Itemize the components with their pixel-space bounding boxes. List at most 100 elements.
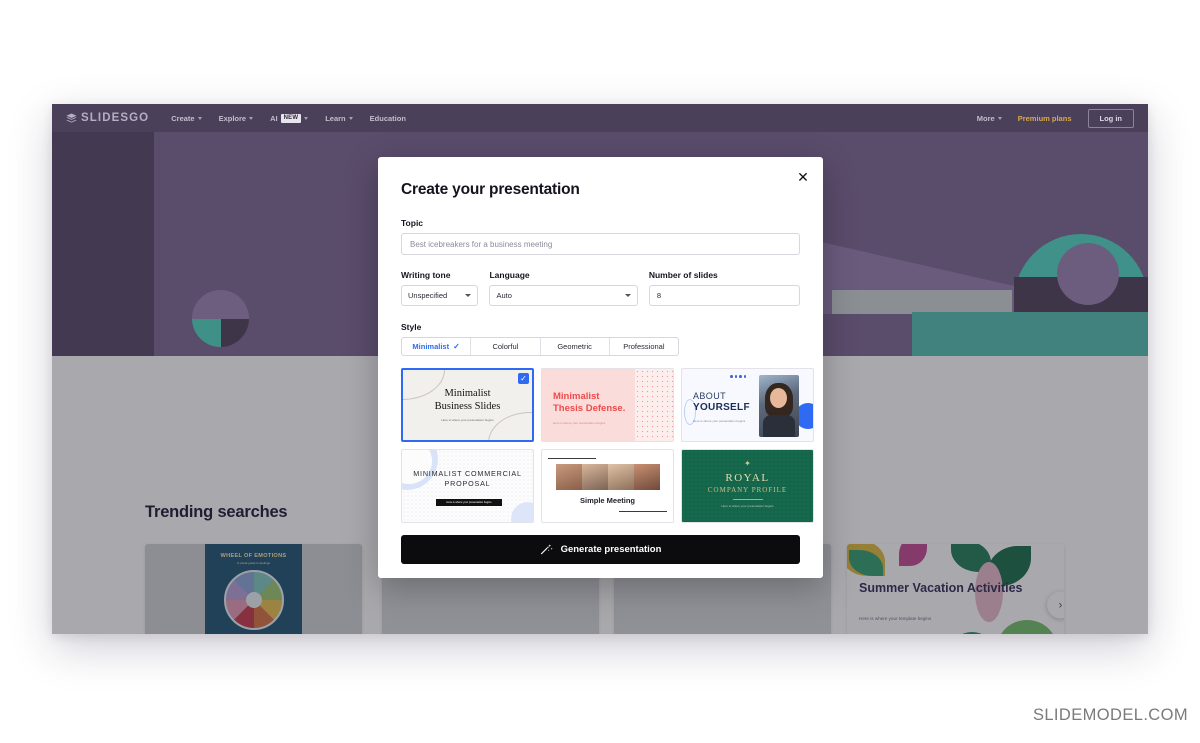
close-icon[interactable]: ✕ (794, 168, 812, 186)
template-simple-meeting[interactable]: Simple Meeting (541, 449, 674, 523)
template-subtitle-bar: Here is where your presentation begins (436, 499, 502, 506)
template-title: MINIMALIST COMMERCIAL PROPOSAL (402, 469, 533, 490)
hero-shape-quad-circle (192, 290, 249, 347)
number-of-slides-label: Number of slides (648, 270, 718, 280)
person-body (763, 415, 795, 437)
primary-nav-links: Create Explore AI NEW Learn Education (171, 113, 406, 123)
hero-shape-teal-band (912, 312, 1148, 356)
template-royal-company-profile[interactable]: ✦ ROYAL COMPANY PROFILE Here is where yo… (681, 449, 814, 523)
chevron-down-icon (465, 294, 472, 297)
chevron-down-icon (304, 116, 309, 120)
template-minimalist-business-slides[interactable]: Minimalist Business Slides Here is where… (401, 368, 534, 442)
template-selected-checkbox[interactable]: ✓ (518, 373, 529, 384)
writing-tone-value: Unspecified (408, 291, 448, 300)
nav-item-ai-label: AI (270, 113, 278, 123)
rule-line (548, 458, 596, 460)
topic-placeholder: Best icebreakers for a business meeting (410, 239, 553, 249)
slidesgo-logo[interactable]: SLIDESGO (66, 112, 149, 124)
template-title-line2: Business Slides (434, 400, 501, 412)
template-title-line2: YOURSELF (693, 402, 750, 413)
person-face (770, 388, 787, 408)
create-presentation-modal: ✕ Create your presentation Topic Best ic… (378, 157, 823, 578)
style-tab-professional[interactable]: Professional (610, 338, 678, 355)
dot-pattern (635, 369, 673, 441)
new-badge: NEW (280, 113, 302, 123)
nav-item-education[interactable]: Education (370, 114, 406, 123)
nav-right-group: More Premium plans Log in (977, 108, 1134, 128)
nav-item-create[interactable]: Create (171, 113, 202, 123)
style-tab-minimalist[interactable]: Minimalist ✓ (402, 338, 472, 355)
chevron-down-icon (997, 116, 1002, 120)
template-subtitle: Here is where your presentation begins (693, 419, 746, 423)
template-grid: Minimalist Business Slides Here is where… (401, 368, 814, 523)
template-subtitle: Here is where your presentation begins (446, 501, 492, 504)
generate-presentation-label: Generate presentation (560, 544, 662, 555)
nav-item-explore-label: Explore (218, 113, 247, 123)
number-of-slides-input[interactable]: 8 (648, 285, 800, 306)
nav-item-create-label: Create (171, 113, 195, 123)
style-tab-minimalist-label: Minimalist (412, 342, 450, 351)
number-of-slides-field: Number of slides 8 (648, 270, 800, 306)
nav-item-more[interactable]: More (977, 114, 1002, 123)
template-photo (556, 464, 660, 490)
nav-item-more-label: More (976, 113, 995, 123)
style-tab-colorful[interactable]: Colorful (471, 338, 541, 355)
circle-corner-decoration (511, 502, 533, 522)
hero-shape-gray-band (832, 290, 1012, 314)
template-about-yourself[interactable]: ABOUT YOURSELF Here is where your presen… (681, 368, 814, 442)
modal-title: Create your presentation (401, 181, 580, 198)
language-value: Auto (496, 291, 512, 300)
template-title-line1: Minimalist (444, 388, 491, 400)
generate-presentation-button[interactable]: Generate presentation (401, 535, 800, 564)
rule-line (732, 499, 763, 500)
template-subtitle: Here is where your presentation begins (553, 421, 606, 425)
topic-label: Topic (401, 218, 424, 228)
writing-tone-select[interactable]: Unspecified (401, 285, 479, 306)
template-photo (759, 375, 799, 437)
template-title-line1: ROYAL (725, 472, 770, 484)
watermark: SLIDEMODEL.COM (1032, 706, 1188, 724)
login-button[interactable]: Log in (1087, 108, 1134, 128)
dot-row (730, 375, 746, 378)
nav-item-explore[interactable]: Explore (219, 114, 254, 123)
template-title-line2: Thesis Defense. (553, 402, 626, 414)
style-tab-geometric-label: Geometric (557, 342, 592, 351)
template-subtitle: Here is where your presentation begins (721, 504, 774, 508)
premium-plans-link[interactable]: Premium plans (1018, 114, 1072, 123)
nav-item-education-label: Education (369, 113, 406, 123)
nav-item-learn-label: Learn (325, 113, 346, 123)
chevron-down-icon (348, 116, 353, 120)
style-tab-geometric[interactable]: Geometric (541, 338, 610, 355)
template-title-line1: MINIMALIST COMMERCIAL (413, 469, 522, 478)
style-label: Style (401, 322, 422, 332)
topic-input[interactable]: Best icebreakers for a business meeting (401, 233, 800, 255)
chevron-down-icon (197, 116, 202, 120)
sparkle-icon: ✦ (744, 459, 751, 468)
hero-shape-arch-circle (1057, 243, 1119, 305)
style-tab-colorful-label: Colorful (492, 342, 519, 351)
rule-line (619, 510, 667, 512)
language-select[interactable]: Auto (489, 285, 638, 306)
writing-tone-field: Writing tone Unspecified (401, 270, 479, 306)
slidesgo-app-window: SLIDESGO Create Explore AI NEW Learn Edu… (52, 104, 1148, 634)
check-icon: ✓ (453, 342, 460, 351)
writing-tone-label: Writing tone (401, 270, 451, 280)
settings-row: Writing tone Unspecified Language Auto N… (401, 270, 800, 306)
template-title-line1: Simple Meeting (579, 496, 635, 505)
template-minimalist-commercial-proposal[interactable]: MINIMALIST COMMERCIAL PROPOSAL Here is w… (401, 449, 534, 523)
style-tab-professional-label: Professional (623, 342, 665, 351)
nav-item-learn[interactable]: Learn (325, 113, 353, 123)
language-field: Language Auto (489, 270, 638, 306)
chevron-down-icon (249, 116, 254, 120)
template-title-line2: COMPANY PROFILE (707, 486, 788, 494)
chevron-down-icon (624, 294, 631, 297)
magic-wand-icon (540, 544, 553, 555)
template-title-line2: PROPOSAL (444, 479, 491, 489)
top-navigation-bar: SLIDESGO Create Explore AI NEW Learn Edu… (52, 104, 1148, 132)
slidesgo-logo-icon (66, 112, 77, 123)
template-title-line1: ABOUT (693, 391, 727, 401)
template-title-line1: Minimalist (553, 391, 600, 402)
nav-item-ai[interactable]: AI NEW (270, 113, 309, 123)
template-subtitle: Here is where your presentation begins (441, 417, 494, 422)
template-minimalist-thesis-defense[interactable]: Minimalist Thesis Defense. Here is where… (541, 368, 674, 442)
